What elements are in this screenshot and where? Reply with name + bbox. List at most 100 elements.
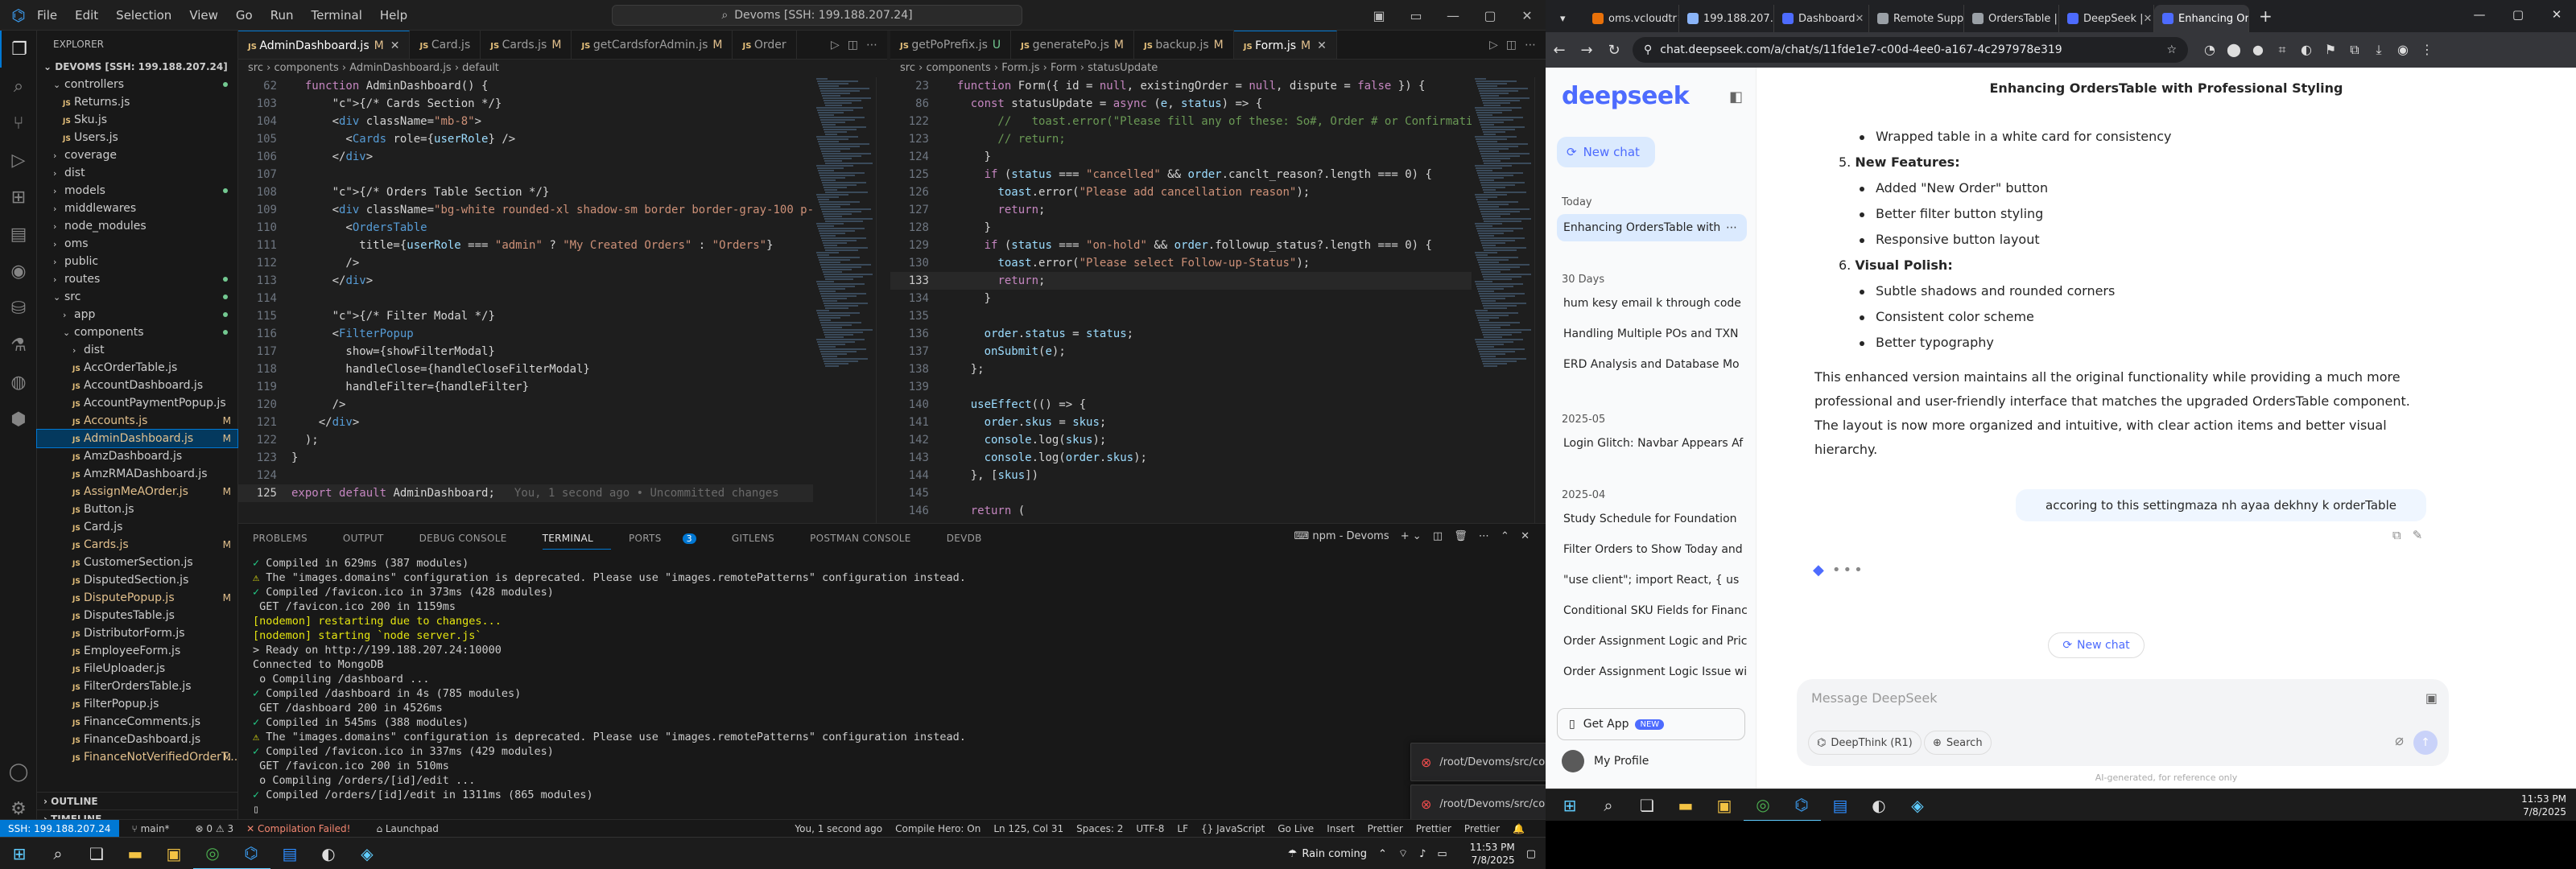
left-minimap[interactable]: [816, 77, 876, 523]
network-icon[interactable]: ⌔: [1398, 847, 1408, 860]
encoding[interactable]: UTF-8: [1136, 823, 1164, 834]
editor-tab[interactable]: JS generatePo.js M: [1011, 31, 1134, 59]
tree-item[interactable]: JS Cards.js M: [37, 536, 237, 554]
maximize-panel-icon[interactable]: ⌃: [1501, 530, 1509, 542]
tree-item[interactable]: › app: [37, 306, 237, 323]
store-icon[interactable]: ▣: [1705, 789, 1744, 822]
editor-tab[interactable]: JS getPoPrefix.js U: [890, 31, 1012, 59]
editor-tab[interactable]: JS getCardsforAdmin.js M: [572, 31, 733, 59]
back-icon[interactable]: ←: [1546, 42, 1573, 59]
site-info-icon[interactable]: ⚲: [1644, 43, 1652, 56]
extension-icon-4[interactable]: ⌗: [2270, 42, 2294, 58]
editor-tab[interactable]: JS Cards.js M: [481, 31, 572, 59]
tree-item[interactable]: › dist: [37, 341, 237, 359]
chrome-icon[interactable]: ◎: [1744, 789, 1782, 822]
browser-tab[interactable]: Enhancing Or✕: [2154, 5, 2249, 32]
attach-image-icon[interactable]: ▣: [2425, 690, 2438, 706]
tab-search-icon[interactable]: ▾: [1552, 5, 1584, 32]
chrome-menu-icon[interactable]: ⋮: [2415, 42, 2439, 58]
layout-icon[interactable]: ▣: [1360, 8, 1397, 23]
browser-tab[interactable]: 199.188.207...✕: [1679, 5, 1774, 32]
history-item[interactable]: Filter Orders to Show Today and: [1557, 536, 1747, 563]
extension-icon-5[interactable]: ◐: [2294, 42, 2318, 58]
history-item-active[interactable]: Enhancing OrdersTable with ⋯: [1557, 214, 1747, 241]
browser-tab[interactable]: DeepSeek | ✕: [2059, 5, 2154, 32]
close-tab-icon[interactable]: ✕: [2144, 13, 2153, 25]
history-item[interactable]: "use client"; import React, { us: [1557, 566, 1747, 594]
terminal-name[interactable]: npm - Devoms: [1312, 530, 1389, 542]
more-icon[interactable]: ⋯: [1479, 530, 1489, 542]
history-item[interactable]: Study Schedule for Foundation: [1557, 505, 1747, 533]
editor-tab[interactable]: JS Order: [733, 31, 797, 59]
run-icon[interactable]: ▷: [1489, 39, 1498, 51]
account-icon[interactable]: ◯: [0, 753, 37, 790]
launchpad[interactable]: ⌂ Launchpad: [376, 823, 451, 834]
tree-item[interactable]: › middlewares: [37, 200, 237, 217]
file-explorer-icon[interactable]: ▬: [1666, 789, 1705, 822]
close-panel-icon[interactable]: ✕: [1521, 530, 1530, 542]
docker-icon[interactable]: ⬢: [0, 401, 37, 438]
tree-item[interactable]: JS FinanceDashboard.js: [37, 731, 237, 748]
panel-tab-postman-console[interactable]: POSTMAN CONSOLE: [810, 533, 929, 544]
browser-tab[interactable]: OrdersTable |✕: [1964, 5, 2059, 32]
minimize-button[interactable]: —: [1435, 8, 1472, 23]
editor-tab[interactable]: JS backup.js M: [1134, 31, 1234, 59]
menu-terminal[interactable]: Terminal: [312, 8, 362, 23]
explorer-icon[interactable]: ❐: [0, 31, 37, 68]
tree-item[interactable]: JS AdminDashboard.js M: [36, 429, 238, 448]
task-view-icon[interactable]: ❏: [77, 838, 116, 869]
tree-item[interactable]: › routes: [37, 270, 237, 288]
panel-tab-output[interactable]: OUTPUT: [343, 533, 402, 544]
git-blame[interactable]: You, 1 second ago: [795, 823, 882, 834]
tree-item[interactable]: ⌄ components: [37, 323, 237, 341]
split-editor-icon[interactable]: ◫: [1506, 39, 1517, 51]
store-icon[interactable]: ▣: [155, 838, 193, 869]
address-bar[interactable]: ⚲ chat.deepseek.com/a/chat/s/11fde1e7-c00…: [1633, 37, 2188, 63]
zoom-icon[interactable]: ▤: [1821, 789, 1860, 822]
cursor-position[interactable]: Ln 125, Col 31: [993, 823, 1063, 834]
go-live[interactable]: Go Live: [1278, 823, 1314, 834]
menu-go[interactable]: Go: [236, 8, 253, 23]
new-chat-button[interactable]: ⟳ New chat: [1557, 137, 1655, 167]
menu-file[interactable]: File: [37, 8, 57, 23]
notification-icon[interactable]: ▢: [1526, 848, 1536, 860]
history-item[interactable]: hum kesy email k through code: [1557, 290, 1747, 317]
weather-label[interactable]: Rain coming: [1302, 848, 1367, 860]
tree-item[interactable]: JS CustomerSection.js: [37, 554, 237, 571]
history-item[interactable]: Login Glitch: Navbar Appears Af: [1557, 430, 1747, 457]
split-editor-icon[interactable]: ◫: [848, 39, 858, 51]
panel-tab-debug-console[interactable]: DEBUG CONSOLE: [419, 533, 525, 544]
more-icon[interactable]: ⋯: [866, 39, 877, 51]
clock[interactable]: 11:53 PM 7/8/2025: [1459, 841, 1515, 867]
editor-tab[interactable]: JS Form.js M ✕: [1233, 31, 1337, 59]
extension-icon-3[interactable]: ●: [2246, 42, 2270, 58]
tree-item[interactable]: JS Users.js: [37, 129, 237, 146]
get-app-button[interactable]: ▯ Get App NEW: [1557, 708, 1745, 740]
bell-icon[interactable]: 🔔: [1513, 823, 1525, 834]
problems-count[interactable]: ⊗ 0 ⚠ 3: [196, 823, 234, 834]
extension-icon-2[interactable]: ⬤: [2222, 42, 2246, 58]
history-item[interactable]: Order Assignment Logic Issue wi: [1557, 658, 1747, 686]
tree-item[interactable]: JS FinanceComments.js: [37, 713, 237, 731]
close-tab-icon[interactable]: ✕: [390, 39, 400, 52]
tree-item[interactable]: ⌄ src: [37, 288, 237, 306]
tree-item[interactable]: JS DisputesTable.js: [37, 607, 237, 624]
start-icon[interactable]: ⊞: [1550, 789, 1589, 822]
tree-item[interactable]: JS FinanceNotVerifiedOrderT... M: [37, 748, 237, 766]
bookmark-star-icon[interactable]: ☆: [2166, 43, 2177, 56]
tree-item[interactable]: JS Accounts.js M: [37, 412, 237, 430]
extension-icon-6[interactable]: ⚑: [2318, 42, 2343, 58]
maximize-button[interactable]: ▢: [1472, 8, 1509, 23]
gitlens-icon[interactable]: ◉: [0, 253, 37, 290]
remote-app-icon[interactable]: ◈: [1898, 789, 1937, 822]
tree-item[interactable]: JS AmzRMADashboard.js: [37, 465, 237, 483]
history-item[interactable]: Order Assignment Logic and Pric: [1557, 628, 1747, 655]
close-tab-icon[interactable]: ✕: [1856, 13, 1864, 25]
menu-help[interactable]: Help: [380, 8, 407, 23]
panel-toggle-icon[interactable]: ▭: [1397, 8, 1435, 23]
reload-icon[interactable]: ↻: [1600, 42, 1628, 59]
left-scrollbar[interactable]: [876, 77, 887, 523]
panel-tab-ports[interactable]: PORTS 3: [629, 533, 714, 544]
compile-hero[interactable]: Compile Hero: On: [895, 823, 980, 834]
extensions-puzzle-icon[interactable]: ⧉: [2343, 42, 2367, 58]
